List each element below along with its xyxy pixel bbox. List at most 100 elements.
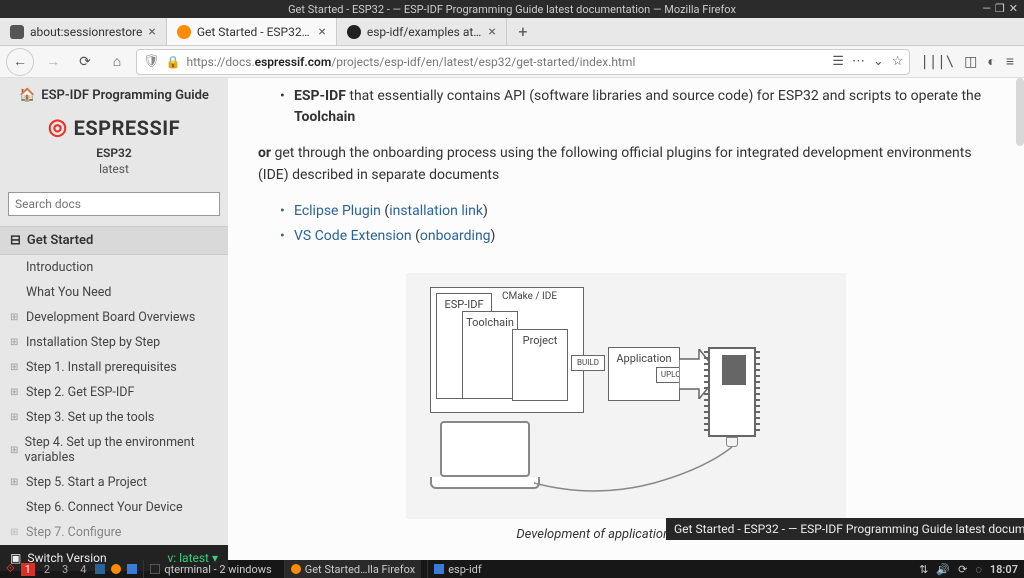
tab-label: Get Started - ESP32 - … (197, 25, 313, 39)
pocket-icon[interactable]: ⌄ (873, 54, 884, 69)
espressif-mark-icon: ◎ (48, 115, 68, 140)
eclipse-install-link[interactable]: installation link (389, 203, 483, 219)
hover-tooltip: Get Started - ESP32 - — ESP-IDF Programm… (666, 518, 1024, 540)
task-espidf-folder[interactable]: esp-idf (427, 560, 487, 578)
page-actions: ☰ ⋯ ⌄ ☆ (832, 54, 903, 69)
show-desktop-icon[interactable] (127, 564, 137, 574)
nav-item-step1[interactable]: ⊞Step 1. Install prerequisites (0, 355, 228, 380)
nav-item-step2[interactable]: ⊞Step 2. Get ESP-IDF (0, 380, 228, 405)
minimize-icon[interactable]: — (982, 2, 991, 15)
back-button[interactable]: ← (6, 48, 34, 76)
fig-build: BUILD (571, 355, 605, 371)
dev-workflow-figure: CMake / IDE ESP-IDF Toolchain Project BU… (406, 273, 846, 519)
espressif-logo[interactable]: ◎ ESPRESSIF (12, 115, 216, 140)
vscode-ext-link[interactable]: VS Code Extension (294, 228, 412, 244)
nav-item-step5[interactable]: ⊞Step 5. Start a Project (0, 470, 228, 495)
close-icon[interactable]: ✕ (1009, 2, 1018, 15)
favicon-generic-icon (10, 25, 24, 39)
clock[interactable]: 18:07 (990, 563, 1018, 576)
eclipse-plugin-link[interactable]: Eclipse Plugin (294, 203, 381, 219)
docs-title: ESP-IDF Programming Guide (41, 88, 209, 103)
usb-cable-icon (534, 447, 734, 507)
version-label: latest (12, 162, 216, 176)
tab-github-espidf[interactable]: esp-idf/examples at ma… × (337, 18, 507, 45)
new-tab-button[interactable]: + (507, 18, 539, 45)
sidebar-icon[interactable]: ◫ (964, 54, 977, 70)
chip-name: ESP32 (12, 146, 216, 160)
workspace-3[interactable]: 3 (59, 563, 71, 576)
tab-close-icon[interactable]: × (488, 24, 495, 40)
lock-icon[interactable]: 🔒 (166, 55, 181, 69)
folder-icon (434, 564, 444, 574)
home-button[interactable]: ⌂ (104, 49, 130, 75)
forward-button[interactable]: → (40, 49, 66, 75)
docs-home-link[interactable]: 🏠 ESP-IDF Programming Guide (12, 88, 216, 103)
nav-section-get-started[interactable]: ⊟ Get Started (0, 226, 228, 255)
fig-project: Project (512, 329, 568, 401)
toolbar-right: |||\ ◫ ◐ ≡ (916, 53, 1018, 70)
fig-label-cmake: CMake / IDE (502, 291, 557, 302)
task-firefox[interactable]: Get Started…lla Firefox (284, 560, 421, 578)
tab-close-icon[interactable]: × (318, 24, 325, 40)
minus-icon: ⊟ (10, 233, 21, 248)
nav-item-introduction[interactable]: Introduction (0, 255, 228, 280)
task-terminal[interactable]: qterminal - 2 windows (143, 560, 277, 578)
filemanager-launcher-icon[interactable] (95, 564, 105, 574)
account-icon[interactable]: ◐ (987, 53, 995, 70)
nav-item-what-you-need[interactable]: What You Need (0, 280, 228, 305)
search-input[interactable] (8, 192, 220, 216)
tab-close-icon[interactable]: × (148, 24, 155, 40)
window-title: Get Started - ESP32 - — ESP-IDF Programm… (288, 3, 736, 16)
workspace-1[interactable]: 1 (21, 563, 35, 576)
browser-tabstrip: about:sessionrestore × Get Started - ESP… (0, 18, 1024, 46)
firefox-launcher-icon[interactable] (111, 564, 121, 574)
tab-label: about:sessionrestore (30, 25, 142, 39)
url-bar[interactable]: 🛡 🔒 https://docs.espressif.com/projects/… (136, 49, 910, 75)
os-titlebar: Get Started - ESP32 - — ESP-IDF Programm… (0, 0, 1024, 18)
tracking-shield-icon[interactable]: 🛡 (143, 54, 160, 69)
window-controls: — ❐ ✕ (982, 2, 1018, 15)
workspace-2[interactable]: 2 (41, 563, 53, 576)
tray-updates-icon[interactable]: ⟳ (958, 563, 967, 576)
tab-espidf-docs[interactable]: Get Started - ESP32 - … × (167, 18, 337, 45)
tab-sessionrestore[interactable]: about:sessionrestore × (0, 18, 167, 45)
reader-mode-icon[interactable]: ☰ (832, 54, 844, 69)
docs-content[interactable]: ESP-IDF that essentially contains API (s… (228, 78, 1024, 560)
nav-item-step4[interactable]: ⊞Step 4. Set up the environment variable… (0, 430, 228, 470)
scrollbar-thumb[interactable] (1016, 78, 1024, 146)
page-actions-menu-icon[interactable]: ⋯ (852, 54, 865, 69)
tray-volume-icon[interactable]: 🔊 (936, 563, 950, 576)
workspace-4[interactable]: 4 (77, 563, 89, 576)
nav-item-step7[interactable]: ⊞Step 7. Configure (0, 520, 228, 545)
tray-notifications-icon[interactable]: ◌ (975, 563, 982, 576)
firefox-icon (291, 564, 301, 574)
tab-label: esp-idf/examples at ma… (367, 25, 483, 39)
nav-item-dev-boards[interactable]: ⊞Development Board Overviews (0, 305, 228, 330)
fig-toolchain: Toolchain (462, 311, 518, 399)
nav-item-step3[interactable]: ⊞Step 3. Set up the tools (0, 405, 228, 430)
vscode-ext-item: VS Code Extension (onboarding) (294, 224, 994, 249)
terminal-icon (150, 564, 160, 574)
home-icon: 🏠 (19, 88, 35, 103)
favicon-espressif-icon (177, 25, 191, 39)
maximize-icon[interactable]: ❐ (995, 2, 1005, 15)
tray-network-icon[interactable]: ⇅ (919, 563, 928, 576)
favicon-github-icon (347, 25, 361, 39)
url-text: https://docs.espressif.com/projects/esp-… (186, 55, 824, 69)
logo-text: ESPRESSIF (74, 116, 180, 140)
nav-list: Introduction What You Need ⊞Development … (0, 255, 228, 545)
or-paragraph: or get through the onboarding process us… (258, 142, 994, 187)
app-menu-icon[interactable]: ⟐ (6, 562, 15, 576)
bookmark-star-icon[interactable]: ☆ (892, 54, 904, 69)
docs-sidebar: 🏠 ESP-IDF Programming Guide ◎ ESPRESSIF … (0, 78, 228, 560)
esp-idf-bullet: ESP-IDF that essentially contains API (s… (294, 86, 994, 128)
browser-navbar: ← → ⟳ ⌂ 🛡 🔒 https://docs.espressif.com/p… (0, 46, 1024, 78)
nav-item-install-step-by-step[interactable]: ⊞Installation Step by Step (0, 330, 228, 355)
eclipse-plugin-item: Eclipse Plugin (installation link) (294, 199, 994, 224)
library-icon[interactable]: |||\ (920, 54, 954, 70)
nav-item-step6[interactable]: Step 6. Connect Your Device (0, 495, 228, 520)
reload-button[interactable]: ⟳ (72, 49, 98, 75)
menu-icon[interactable]: ≡ (1006, 53, 1014, 70)
vscode-onboarding-link[interactable]: onboarding (420, 228, 491, 244)
os-taskbar: ⟐ 1 2 3 4 qterminal - 2 windows Get Star… (0, 560, 1024, 578)
